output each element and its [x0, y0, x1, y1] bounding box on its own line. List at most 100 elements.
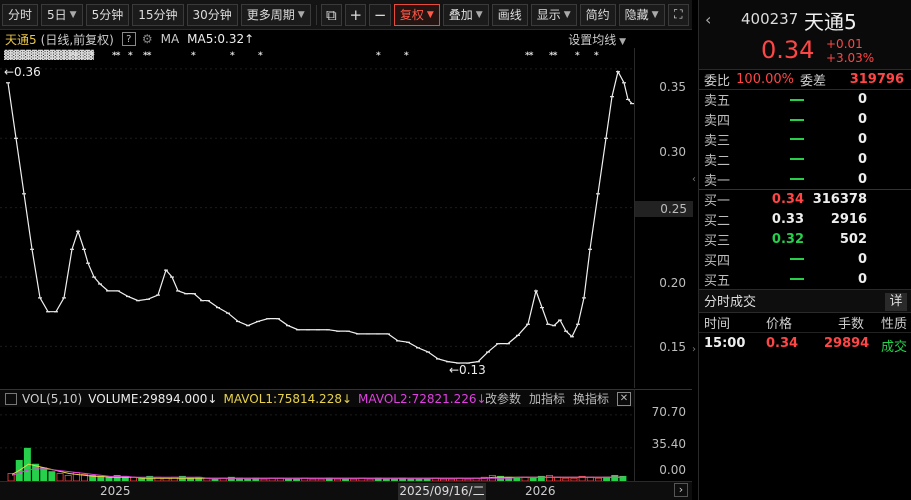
sell-volume: 0: [857, 112, 867, 128]
price-tick: 0.20: [659, 276, 686, 290]
crop-icon[interactable]: ⧉: [320, 3, 343, 26]
weibi-value: 100.00%: [736, 72, 794, 87]
weibi-label: 委比: [704, 74, 731, 89]
price-point: [604, 137, 608, 139]
price-point: [296, 329, 300, 331]
simple-button[interactable]: 简约: [579, 3, 616, 26]
sell-price-dash: [744, 132, 804, 147]
price-point: [406, 341, 410, 343]
volume-text: VOLUME:29894.000: [88, 391, 208, 406]
price-point: [626, 98, 630, 101]
buy-row[interactable]: 买四 0: [699, 249, 911, 269]
price-point: [184, 293, 188, 295]
chevron-down-icon: ▼: [69, 9, 77, 20]
stock-name: 天通5: [804, 10, 857, 34]
price-point: [86, 262, 90, 264]
price-point: [170, 276, 174, 278]
price-point: [116, 290, 120, 292]
price-point: [82, 248, 86, 250]
volume-header: VOL(5,10) VOLUME:29894.000↓ MAVOL1:75814…: [0, 389, 634, 407]
period-30min-button[interactable]: 30分钟: [186, 3, 238, 26]
period-5day-button[interactable]: 5日 ▼: [41, 3, 83, 26]
mavol1-value: MAVOL1:75814.228↓: [223, 392, 352, 406]
period-intraday-button[interactable]: 分时: [2, 3, 39, 26]
price-point: [506, 343, 510, 345]
chevron-right-icon[interactable]: ›: [674, 483, 688, 497]
price-point: [376, 333, 380, 335]
switch-indicator-button[interactable]: 换指标: [573, 390, 609, 407]
price-point: [176, 290, 180, 292]
help-icon[interactable]: ?: [121, 32, 136, 46]
price-point: [146, 298, 150, 300]
mavol1-text: MAVOL1:75814.228: [223, 391, 342, 406]
price-point: [610, 96, 614, 98]
minus-icon[interactable]: −: [369, 3, 391, 26]
fullscreen-icon[interactable]: ⛶: [667, 3, 689, 26]
chevron-down-icon: ▼: [426, 9, 434, 20]
vol-indicator-name[interactable]: VOL(5,10): [22, 392, 82, 406]
price-point: [306, 329, 310, 331]
more-periods-label: 更多周期: [246, 8, 295, 22]
buy-row[interactable]: 买二 0.33 2916: [699, 210, 911, 230]
draw-line-button[interactable]: 画线: [491, 3, 528, 26]
price-cursor-label: 0.25: [635, 201, 693, 217]
buy-row[interactable]: 买三 0.32 502: [699, 230, 911, 250]
buy-price: 0.34: [771, 192, 804, 208]
buy-row[interactable]: 买五 0: [699, 269, 911, 289]
sell-price-dash: [744, 152, 804, 167]
fq-label: 复权: [399, 8, 424, 22]
arrow-down-icon: ↓: [207, 391, 218, 406]
price-point: [596, 193, 600, 195]
add-indicator-button[interactable]: 加指标: [529, 390, 565, 407]
price-point: [616, 71, 620, 73]
price-point: [552, 325, 556, 327]
plus-icon[interactable]: +: [345, 3, 367, 26]
period-5day-label: 5日: [47, 8, 67, 22]
fq-button[interactable]: 复权 ▼: [393, 3, 440, 26]
price-point: [6, 82, 10, 84]
display-button[interactable]: 显示 ▼: [530, 3, 577, 26]
toolbar-divider: [315, 4, 317, 25]
buy-price: 0.33: [771, 212, 804, 228]
sell-row[interactable]: 卖二 0: [699, 149, 911, 169]
price-chart[interactable]: [0, 48, 634, 388]
sell-volume: 0: [857, 92, 867, 108]
overlay-label: 叠加: [448, 8, 473, 22]
chevron-left-icon[interactable]: ‹: [705, 10, 711, 29]
sell-row[interactable]: 卖三 0: [699, 130, 911, 150]
quote-panel: ‹ 400237 天通5 0.34 +0.01 +3.03% 委比 100.00…: [698, 0, 911, 500]
chart-period: (日线,前复权): [40, 32, 114, 47]
min-price-label: ←0.13: [449, 363, 486, 377]
top-toolbar: 分时 5日 ▼ 5分钟 15分钟 30分钟 更多周期 ▼ ⧉ + − 复权 ▼ 叠加 ▼…: [0, 0, 692, 30]
trades-detail-button[interactable]: 详: [885, 292, 907, 311]
price-point: [22, 193, 26, 195]
sell-row[interactable]: 卖一 0: [699, 169, 911, 189]
price-point: [136, 300, 140, 302]
volume-bar: [40, 467, 48, 481]
hide-button[interactable]: 隐藏 ▼: [618, 3, 665, 26]
price-point: [156, 294, 160, 296]
buy-row[interactable]: 买一 0.34 316378: [699, 190, 911, 210]
overlay-button[interactable]: 叠加 ▼: [442, 3, 489, 26]
more-periods-button[interactable]: 更多周期 ▼: [240, 3, 311, 26]
price-axis: 0.35 0.30 0.25 0.20 0.15: [634, 48, 693, 388]
sell-label: 卖二: [704, 153, 731, 169]
edit-params-button[interactable]: 改参数: [485, 390, 521, 407]
set-ma-label: 设置均线: [568, 32, 617, 47]
trade-time: 15:00: [704, 335, 746, 351]
period-5min-button[interactable]: 5分钟: [85, 3, 130, 26]
price-point: [316, 329, 320, 331]
sell-row[interactable]: 卖五 0: [699, 90, 911, 110]
gear-icon[interactable]: ⚙: [142, 32, 153, 46]
time-axis: 2025 2025/09/16/二 2026 ›: [0, 481, 692, 500]
price-point: [622, 82, 626, 84]
price-point: [576, 323, 580, 325]
volume-chart[interactable]: [0, 408, 634, 481]
checkbox-icon[interactable]: [5, 392, 17, 405]
sell-row[interactable]: 卖四 0: [699, 110, 911, 130]
close-icon[interactable]: ✕: [617, 391, 631, 406]
set-ma-button[interactable]: 设置均线 ▼: [568, 31, 626, 48]
period-15min-button[interactable]: 15分钟: [132, 3, 184, 26]
col-volume: 手数: [838, 316, 865, 332]
price-point: [30, 248, 34, 250]
